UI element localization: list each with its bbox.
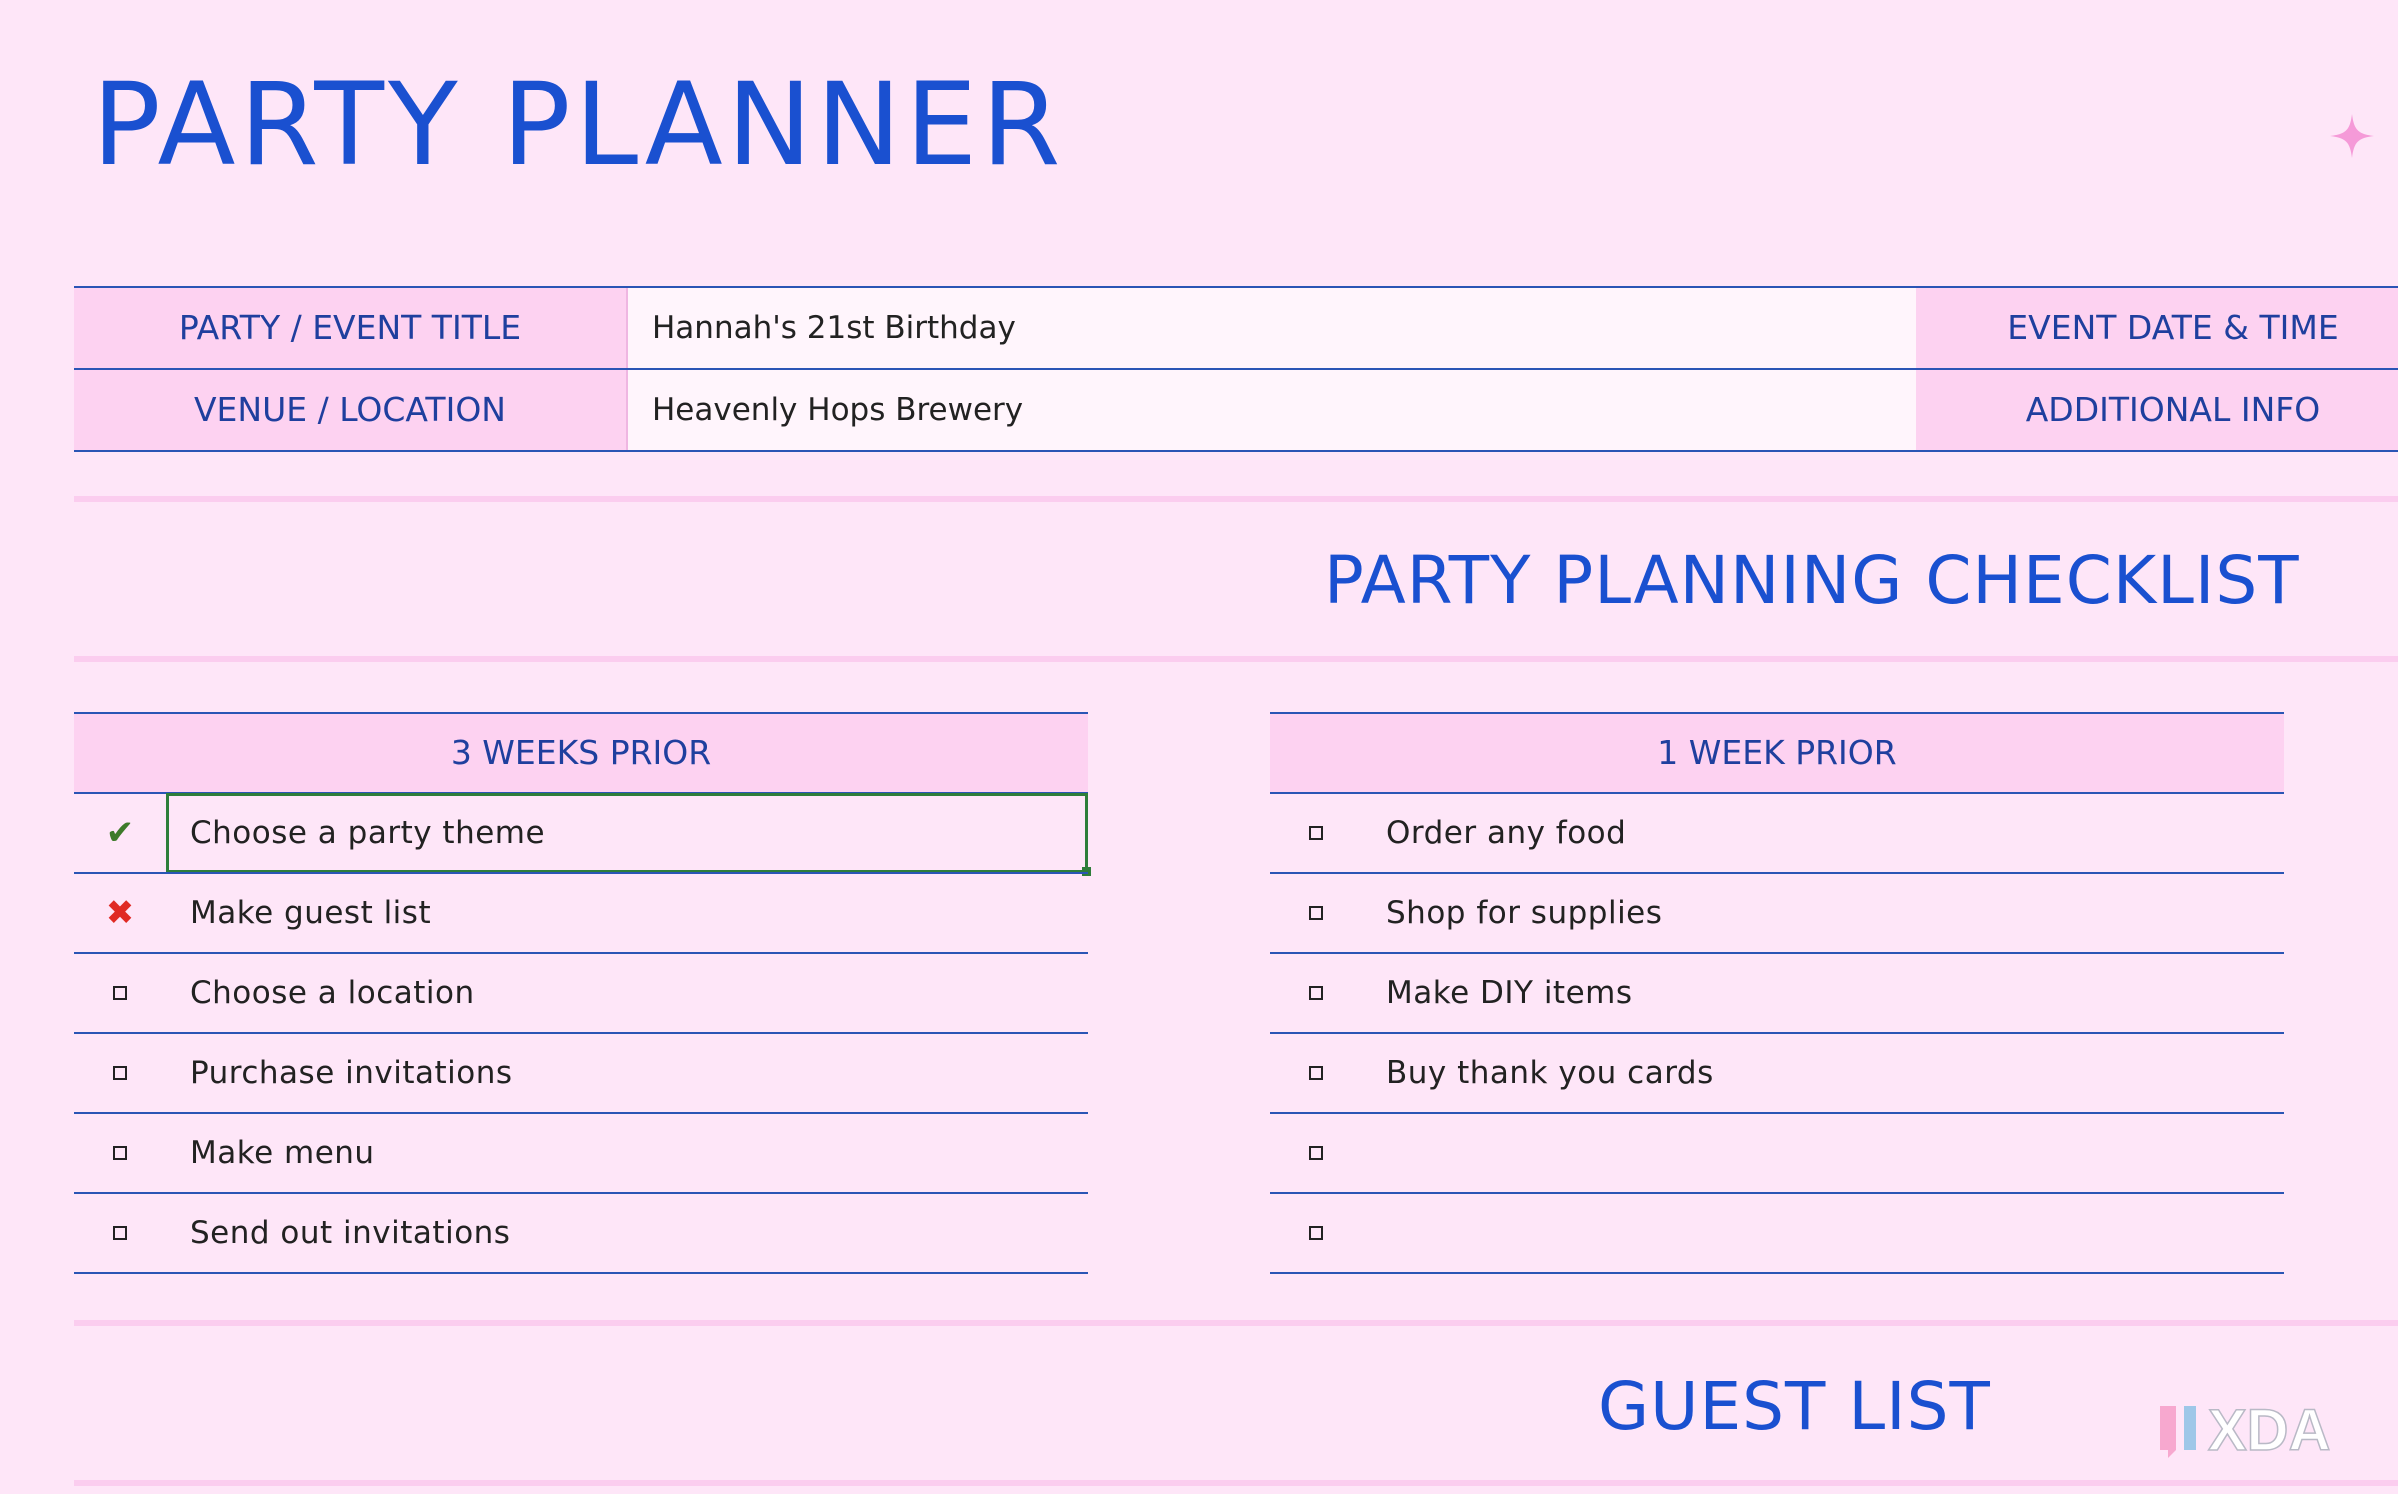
checkbox-icon[interactable] [74, 1034, 166, 1112]
task-text[interactable]: Purchase invitations [190, 1034, 513, 1112]
task-text[interactable]: Send out invitations [190, 1194, 510, 1272]
checklist-row: Order any food [1270, 792, 2284, 872]
event-title-row: PARTY / EVENT TITLE Hannah's 21st Birthd… [74, 286, 2398, 368]
checkmark-icon[interactable]: ✔ [74, 794, 166, 872]
xda-logo: XDA [2160, 1397, 2331, 1464]
venue-cell[interactable]: Heavenly Hops Brewery [628, 370, 1916, 450]
checkbox-square [1309, 826, 1323, 840]
checkbox-icon[interactable] [1270, 1194, 1362, 1272]
checkbox-icon[interactable] [74, 1114, 166, 1192]
additional-info-label: ADDITIONAL INFO [1916, 370, 2398, 450]
event-info-table: PARTY / EVENT TITLE Hannah's 21st Birthd… [74, 286, 2398, 452]
checkbox-square [113, 1226, 127, 1240]
checklist-row [1270, 1192, 2284, 1274]
event-title-cell[interactable]: Hannah's 21st Birthday [628, 288, 1916, 368]
checklist-title: PARTY PLANNING CHECKLIST [1324, 542, 2300, 619]
checkbox-square [1309, 986, 1323, 1000]
checklist-row: Make menu [74, 1112, 1088, 1192]
three-weeks-header: 3 WEEKS PRIOR [74, 712, 1088, 792]
sparkle-icon [2330, 114, 2374, 158]
checklist-row: Shop for supplies [1270, 872, 2284, 952]
divider [74, 656, 2398, 662]
event-title-label: PARTY / EVENT TITLE [74, 288, 628, 368]
checklist-row: Send out invitations [74, 1192, 1088, 1274]
venue-label: VENUE / LOCATION [74, 370, 628, 450]
checkbox-icon[interactable] [74, 1194, 166, 1272]
venue-row: VENUE / LOCATION Heavenly Hops Brewery A… [74, 368, 2398, 452]
checkbox-square [1309, 906, 1323, 920]
task-text[interactable]: Shop for supplies [1386, 874, 1662, 952]
checkbox-icon[interactable] [1270, 1114, 1362, 1192]
event-date-label: EVENT DATE & TIME [1916, 288, 2398, 368]
task-text[interactable]: Make DIY items [1386, 954, 1633, 1032]
checklist-row: Choose a location [74, 952, 1088, 1032]
task-text[interactable]: Choose a location [190, 954, 475, 1032]
one-week-checklist: 1 WEEK PRIOR Order any food Shop for supp… [1270, 712, 2284, 1274]
task-text[interactable]: Make guest list [190, 874, 431, 952]
checklist-row [1270, 1112, 2284, 1192]
task-text[interactable]: Choose a party theme [190, 794, 545, 872]
checklist-row: Make DIY items [1270, 952, 2284, 1032]
checkbox-square [1309, 1226, 1323, 1240]
checkbox-square [113, 1066, 127, 1080]
task-text[interactable]: Buy thank you cards [1386, 1034, 1714, 1112]
checklist-row: ✔ Choose a party theme [74, 792, 1091, 876]
task-text[interactable]: Make menu [190, 1114, 375, 1192]
checkbox-icon[interactable] [1270, 1034, 1362, 1112]
checkbox-square [113, 1146, 127, 1160]
three-weeks-checklist: 3 WEEKS PRIOR ✔ Choose a party theme ✖ Make… [74, 712, 1091, 1274]
checkbox-icon[interactable] [74, 954, 166, 1032]
guest-list-title: GUEST LIST [1598, 1368, 1991, 1445]
checkbox-square [1309, 1066, 1323, 1080]
svg-text:XDA: XDA [2208, 1398, 2330, 1463]
divider [74, 1320, 2398, 1326]
checklist-row: Buy thank you cards [1270, 1032, 2284, 1112]
checkbox-icon[interactable] [1270, 874, 1362, 952]
checkbox-icon[interactable] [1270, 794, 1362, 872]
cross-icon[interactable]: ✖ [74, 874, 166, 952]
page-title: PARTY PLANNER [92, 58, 1065, 191]
checkbox-square [1309, 1146, 1323, 1160]
checklist-row: Purchase invitations [74, 1032, 1088, 1112]
task-text[interactable]: Order any food [1386, 794, 1626, 872]
divider [74, 1480, 2398, 1486]
one-week-header: 1 WEEK PRIOR [1270, 712, 2284, 792]
checkbox-square [113, 986, 127, 1000]
divider [74, 496, 2398, 502]
checklist-row: ✖ Make guest list [74, 872, 1088, 952]
checkbox-icon[interactable] [1270, 954, 1362, 1032]
